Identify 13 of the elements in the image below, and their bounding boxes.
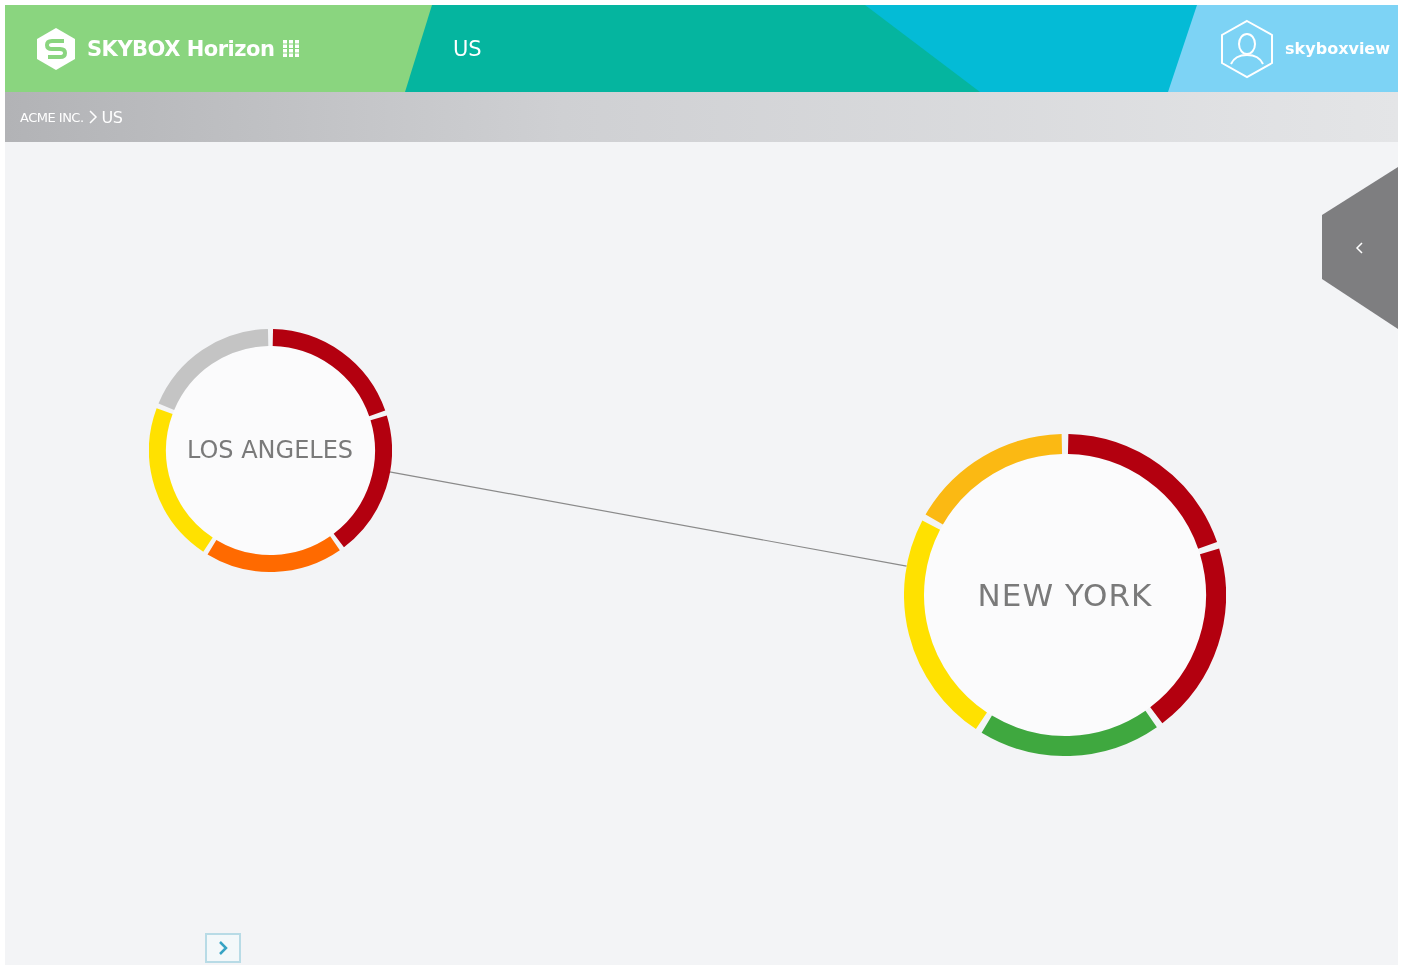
side-panel-toggle[interactable] — [1322, 167, 1398, 329]
user-name[interactable]: skyboxview — [1285, 39, 1390, 58]
site-name: LOS ANGELES — [186, 436, 354, 464]
site-node-ring[interactable] — [904, 434, 1226, 756]
page-title: US — [453, 36, 482, 61]
expand-button[interactable] — [205, 933, 241, 963]
site-node-ring[interactable] — [148, 328, 392, 572]
brand-name: SKYBOX Horizon — [87, 36, 275, 61]
breadcrumb-link[interactable]: US — [101, 107, 123, 127]
chevron-right-icon — [217, 940, 229, 956]
chevron-right-icon — [87, 109, 98, 125]
site-name: NEW YORK — [977, 577, 1153, 613]
breadcrumb-link[interactable]: ACME INC. — [20, 109, 84, 125]
